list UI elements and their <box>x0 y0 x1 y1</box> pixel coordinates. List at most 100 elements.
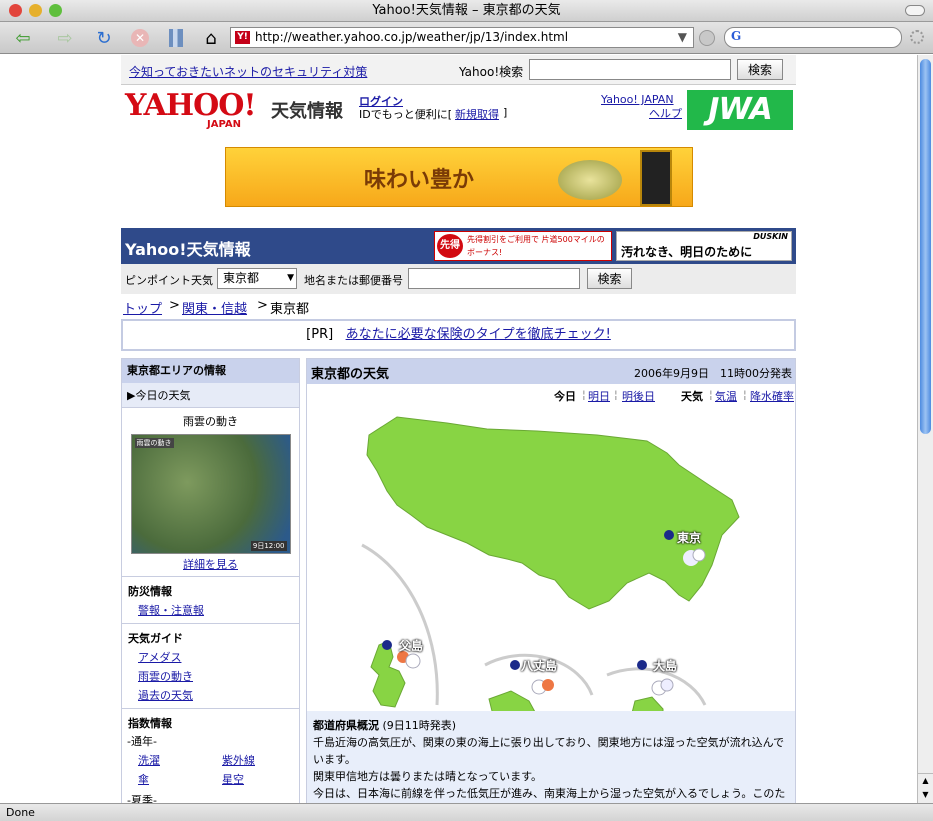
tab-precipitation[interactable]: 降水確率 <box>750 388 794 404</box>
main-header: 東京都の天気 2006年9月9日 11時00分発表 <box>307 359 795 384</box>
sidebar-link-past[interactable]: 過去の天気 <box>138 686 299 705</box>
yahoo-japan-logo[interactable]: YAHOO! <box>125 91 257 121</box>
index-link-uv[interactable]: 紫外線 <box>222 752 255 768</box>
radar-caption: 雨雲の動き <box>134 438 174 448</box>
toolbar-toggle-icon[interactable] <box>905 5 925 16</box>
yahoo-search-button[interactable]: 検索 <box>737 59 783 80</box>
tab-temperature[interactable]: 気温 <box>715 388 737 404</box>
service-name: 天気情報 <box>271 101 343 122</box>
go-button[interactable] <box>699 30 715 46</box>
tab-tomorrow[interactable]: 明日 <box>588 388 610 404</box>
overview-line: 今日は、日本海に前線を伴った低気圧が進み、南東海上から湿った空気が入るでしょう。… <box>313 787 786 800</box>
radar-map[interactable]: 雨雲の動き 9日12:00 <box>130 434 291 554</box>
index-year-label: -通年- <box>127 735 157 748</box>
back-arrow-icon: ⇦ <box>15 27 31 49</box>
pr-tag: [PR] <box>306 327 334 342</box>
overview-time: (9日11時発表) <box>382 719 457 732</box>
breadcrumb: トップ > 関東・信越 > 東京都 <box>121 296 796 317</box>
sidebar-section-title: 天気ガイド <box>128 632 183 645</box>
chevron-down-icon: ▼ <box>287 273 294 283</box>
yahoo-search-label: Yahoo!検索 <box>459 65 524 79</box>
reload-button[interactable]: ↻ <box>92 26 116 50</box>
tokyo-location-label[interactable]: 東京 <box>677 529 701 546</box>
browser-toolbar: ⇦ ⇨ ↻ ✕ ⌂ Y! http://weather.yahoo.co.jp/… <box>0 22 933 54</box>
register-link[interactable]: 新規取得 <box>455 106 499 122</box>
place-search-button[interactable]: 検索 <box>587 268 632 289</box>
home-icon: ⌂ <box>205 27 217 49</box>
breadcrumb-top[interactable]: トップ <box>123 298 162 317</box>
zoom-window-icon[interactable] <box>49 4 62 17</box>
ad-banner[interactable]: 味わい豊か <box>225 147 693 207</box>
loading-spinner-icon <box>910 30 924 44</box>
tab-day-after[interactable]: 明後日 <box>622 388 655 404</box>
jal-ad[interactable]: 先得 先得割引をご利用で 片道500マイルのボーナス! <box>434 231 612 261</box>
sidebar-section-guide: 天気ガイド アメダス 雨雲の動き 過去の天気 <box>122 630 299 709</box>
tab-bar: 今日 ¦ 明日 ¦ 明後日 天気 ¦ 気温 ¦ 降水確率 <box>554 388 794 404</box>
pr-box: [PR] あなたに必要な保険のタイプを徹底チェック! <box>121 319 796 351</box>
prefecture-select[interactable]: 東京都 ▼ <box>217 268 297 289</box>
oshima-location-label[interactable]: 大島 <box>653 657 677 674</box>
jal-ad-text: 先得割引をご利用で 片道500マイルのボーナス! <box>467 235 605 257</box>
address-bar[interactable]: Y! http://weather.yahoo.co.jp/weather/jp… <box>230 27 694 48</box>
close-window-icon[interactable] <box>9 4 22 17</box>
place-input[interactable] <box>408 268 580 289</box>
breadcrumb-region[interactable]: 関東・信越 <box>182 298 247 317</box>
yahoo-favicon-icon: Y! <box>235 31 250 44</box>
google-icon: G <box>731 29 742 43</box>
google-search-field[interactable]: G <box>724 27 902 48</box>
index-link-laundry[interactable]: 洗濯 <box>138 752 160 768</box>
home-button[interactable]: ⌂ <box>198 26 224 50</box>
vertical-scrollbar[interactable]: ▲ ▼ <box>917 55 933 803</box>
sidebar-section-index: 指数情報 -通年- 洗濯 紫外線 傘 星空 -夏季- <box>122 715 299 803</box>
sidebar-link-radar[interactable]: 雨雲の動き <box>138 667 299 686</box>
security-link[interactable]: 今知っておきたいネットのセキュリティ対策 <box>129 63 367 80</box>
pinpoint-label: ピンポイント天気 <box>125 274 213 287</box>
stop-button[interactable]: ✕ <box>128 26 152 50</box>
place-label: 地名または郵便番号 <box>304 274 403 287</box>
register-close: ] <box>503 106 508 119</box>
sidebar-header: 東京都エリアの情報 <box>122 359 299 383</box>
jal-ad-badge: 先得 <box>437 234 463 258</box>
breadcrumb-sep: > <box>257 298 268 313</box>
minimize-window-icon[interactable] <box>29 4 42 17</box>
radar-detail-link[interactable]: 詳細を見る <box>183 558 238 571</box>
forward-button[interactable]: ⇨ <box>50 26 80 50</box>
help-link[interactable]: ヘルプ <box>649 105 682 121</box>
forward-arrow-icon: ⇨ <box>57 27 73 49</box>
overview-line: 関東甲信地方は曇りまたは晴となっています。 <box>313 770 543 783</box>
radar-title: 雨雲の動き <box>183 415 238 428</box>
yahoo-search-input[interactable] <box>529 59 731 80</box>
url-dropdown-icon[interactable]: ▼ <box>678 28 687 47</box>
bookmarks-button[interactable] <box>164 26 188 50</box>
index-link-stars[interactable]: 星空 <box>222 771 244 787</box>
site-header: YAHOO! JAPAN 天気情報 ログイン IDでもっと便利に[ 新規取得 ]… <box>121 85 796 143</box>
breadcrumb-sep: > <box>169 298 180 313</box>
status-bar: Done <box>0 803 933 821</box>
sidebar-link-warnings[interactable]: 警報・注意報 <box>138 601 299 620</box>
index-link-umbrella[interactable]: 傘 <box>138 771 149 787</box>
cloudy-icon <box>651 678 674 696</box>
overview-title: 都道府県概況 <box>313 719 379 732</box>
cloudy-then-sunny-icon <box>531 679 554 695</box>
hachijojima-marker <box>510 660 520 670</box>
scroll-arrows[interactable]: ▲ ▼ <box>918 773 933 803</box>
jwa-logo[interactable]: JWA <box>687 90 793 130</box>
pr-link[interactable]: あなたに必要な保険のタイプを徹底チェック! <box>346 327 611 342</box>
chichijima-location-label[interactable]: 父島 <box>399 637 423 654</box>
duskin-ad-text: 汚れなき、明日のために <box>621 245 753 259</box>
window-titlebar: Yahoo!天気情報 – 東京都の天気 <box>0 0 933 22</box>
chichijima-marker <box>382 640 392 650</box>
tab-today[interactable]: 今日 <box>554 388 576 404</box>
overview-box: 都道府県概況 (9日11時発表) 千島近海の高気圧が、関東の東の海上に張り出して… <box>307 711 795 803</box>
yahoo-japan-logo-sub: JAPAN <box>207 119 241 130</box>
scrollbar-thumb[interactable] <box>920 59 931 434</box>
sidebar-item-today[interactable]: ▶今日の天気 <box>122 383 299 408</box>
window-title: Yahoo!天気情報 – 東京都の天気 <box>372 3 561 18</box>
duskin-ad[interactable]: 汚れなき、明日のために DUSKIN <box>616 231 792 261</box>
top-utility-bar: 今知っておきたいネットのセキュリティ対策 Yahoo!検索 検索 <box>121 55 796 85</box>
back-button[interactable]: ⇦ <box>8 26 38 50</box>
sidebar-link-amedas[interactable]: アメダス <box>138 648 299 667</box>
hachijojima-location-label[interactable]: 八丈島 <box>521 657 557 674</box>
tab-weather[interactable]: 天気 <box>681 388 703 404</box>
sake-bottle-icon <box>640 150 672 206</box>
